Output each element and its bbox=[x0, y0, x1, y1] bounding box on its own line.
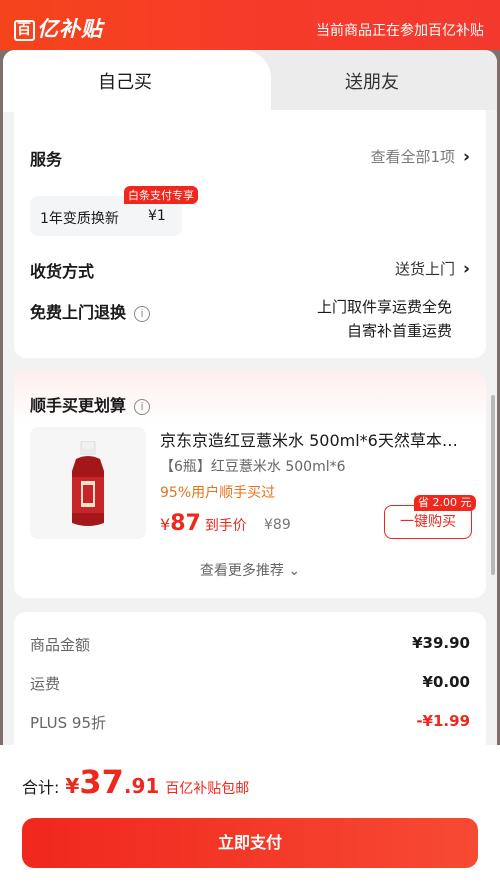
purchase-tabs: 送朋友 自己买 bbox=[3, 50, 497, 112]
info-icon[interactable]: i bbox=[134, 306, 151, 322]
recommendation-title: 顺手买更划算 i bbox=[30, 392, 151, 416]
delivery-method-selector[interactable]: 送货上门 › bbox=[395, 258, 470, 279]
info-icon[interactable]: i bbox=[134, 399, 151, 415]
free-return-note: 上门取件享运费全免 自寄补首重运费 bbox=[316, 298, 452, 340]
service-option-name: 1年变质换新 bbox=[40, 211, 119, 227]
amount-row-goods: 商品金额 ¥39.90 bbox=[30, 634, 470, 654]
checkout-footer: 合计: ¥37.91 百亿补贴包邮 立即支付 bbox=[0, 745, 500, 887]
product-name[interactable]: 京东京造红豆薏米水 500ml*6天然草本植物饮料 bbox=[160, 427, 472, 451]
service-title: 服务 bbox=[30, 150, 63, 169]
chevron-right-icon: › bbox=[462, 147, 470, 167]
buy-rate-text: 95%用户顺手买过 bbox=[160, 485, 276, 501]
chevron-down-icon: ⌄ bbox=[288, 563, 301, 579]
chevron-right-icon: › bbox=[462, 259, 470, 279]
product-final-price: ¥87 到手价 bbox=[160, 511, 247, 536]
product-spec: 【6瓶】红豆薏米水 500ml*6 bbox=[160, 459, 346, 475]
pay-now-button[interactable]: 立即支付 bbox=[22, 818, 478, 868]
baiyi-subsidy-logo: 百亿补贴 bbox=[14, 13, 103, 43]
amount-row-plus-discount: PLUS 95折 -¥1.99 bbox=[30, 712, 470, 732]
product-original-price: ¥89 bbox=[264, 517, 291, 533]
amount-row-shipping: 运费 ¥0.00 bbox=[30, 673, 470, 693]
service-view-all[interactable]: 查看全部1项 › bbox=[370, 146, 470, 167]
free-return-title: 免费上门退换 i bbox=[30, 299, 151, 323]
subsidy-notice: 当前商品正在参加百亿补贴 bbox=[316, 23, 484, 39]
delivery-title: 收货方式 bbox=[30, 262, 95, 281]
bottle-image bbox=[72, 441, 104, 526]
service-option-price: ¥1 bbox=[148, 208, 166, 224]
product-thumbnail[interactable] bbox=[30, 427, 146, 539]
see-more-recommendations[interactable]: 查看更多推荐 ⌄ bbox=[14, 560, 486, 580]
order-total: 合计: ¥37.91 百亿补贴包邮 bbox=[22, 763, 250, 801]
service-delivery-card: 服务 查看全部1项 › 白条支付专享 1年变质换新 ¥1 收货方式 送货上门 › 免… bbox=[14, 110, 486, 358]
subsidy-header-bar: 百亿补贴 当前商品正在参加百亿补贴 bbox=[0, 0, 500, 50]
scrollbar-thumb[interactable] bbox=[491, 395, 495, 575]
tab-buy-self[interactable]: 自己买 bbox=[3, 50, 271, 112]
tab-gift-friend[interactable]: 送朋友 bbox=[250, 50, 497, 110]
savings-badge: 省 2.00 元 bbox=[414, 495, 476, 511]
recommendation-card: 顺手买更划算 i 京东京造红豆薏米水 500ml*6天然草本植物饮料 【6瓶】红豆… bbox=[14, 370, 486, 598]
service-option-chip[interactable]: 白条支付专享 1年变质换新 ¥1 bbox=[30, 186, 198, 236]
baitiao-exclusive-badge: 白条支付专享 bbox=[124, 186, 198, 204]
